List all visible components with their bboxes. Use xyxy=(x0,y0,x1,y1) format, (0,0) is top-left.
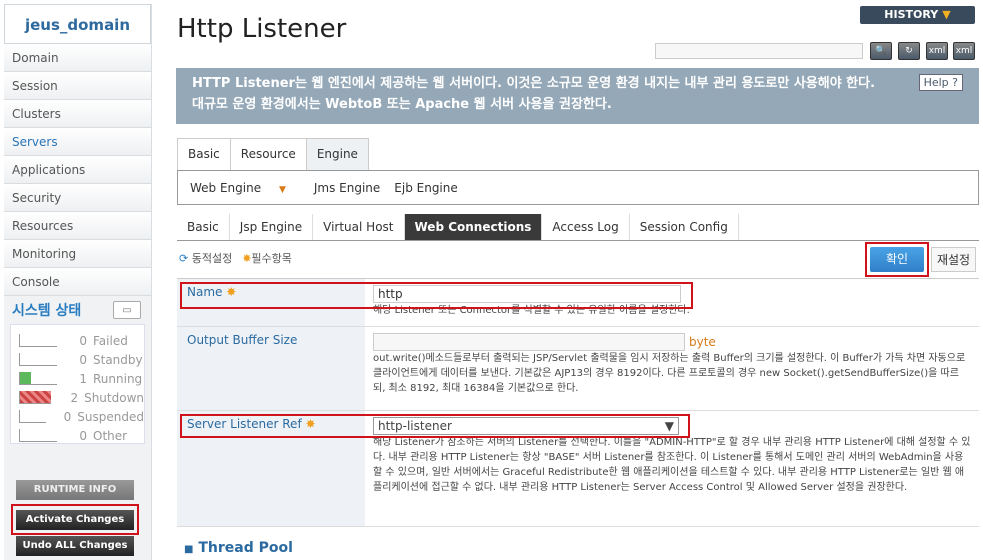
tab-web-engine-label: Web Engine xyxy=(190,180,262,195)
sidebar-item-servers[interactable]: Servers xyxy=(4,128,151,156)
settings-form: Name ✸ http 해당 Listener 또는 Connector를 식별… xyxy=(177,278,979,527)
dynamic-label: 동적설정 xyxy=(191,252,233,265)
search-input[interactable] xyxy=(655,43,863,59)
status-count: 0 xyxy=(63,409,72,424)
output-buffer-input-wrap: byte xyxy=(373,333,971,351)
byte-unit: byte xyxy=(689,334,716,349)
sidebar-item-monitoring[interactable]: Monitoring xyxy=(4,240,151,268)
caret-down-icon: ▼ xyxy=(278,184,286,195)
tab-ejb-engine[interactable]: Ejb Engine xyxy=(394,181,457,195)
sidebar-item-security[interactable]: Security xyxy=(4,184,151,212)
output-buffer-description: out.write()메소드들로부터 출력되는 JSP/Servlet 출력물을… xyxy=(373,353,966,394)
status-bar xyxy=(19,372,57,385)
sidebar-item-console[interactable]: Console xyxy=(4,268,151,296)
help-button[interactable]: Help ? xyxy=(918,74,963,91)
help-label: Help xyxy=(923,76,949,89)
dynamic-icon: ⟳ xyxy=(179,252,189,265)
undo-all-changes-button[interactable]: Undo ALL Changes xyxy=(16,536,134,556)
tab-web-engine[interactable]: Web Engine ▼ xyxy=(190,181,300,195)
tab-virtual-host[interactable]: Virtual Host xyxy=(313,214,405,240)
required-label: 필수항목 xyxy=(251,252,292,265)
xml-import-icon[interactable]: xml xyxy=(953,42,975,60)
tab-access-log[interactable]: Access Log xyxy=(542,214,630,240)
status-bar xyxy=(19,334,57,347)
history-button[interactable]: HISTORY ▼ xyxy=(860,6,975,24)
system-status-title: 시스템 상태 xyxy=(12,303,82,319)
status-label: Failed xyxy=(93,333,128,348)
highlight-name xyxy=(180,282,693,309)
system-status-header: 시스템 상태 ▭ xyxy=(4,296,151,324)
status-label: Suspended xyxy=(77,409,144,424)
status-row-failed: 0 Failed xyxy=(19,331,144,350)
status-count: 2 xyxy=(70,390,79,405)
tab-resource[interactable]: Resource xyxy=(229,138,307,170)
banner-text: HTTP Listener는 웹 엔진에서 제공하는 웹 서버이다. 이것은 소… xyxy=(192,76,876,112)
output-buffer-label: Output Buffer Size xyxy=(177,327,365,410)
sidebar-item-domain[interactable]: Domain xyxy=(4,44,151,72)
reset-button[interactable]: 재설정 xyxy=(931,247,976,272)
tab-session-config[interactable]: Session Config xyxy=(630,214,739,240)
status-count: 0 xyxy=(79,352,87,367)
status-label: Running xyxy=(93,371,143,386)
refresh-icon[interactable]: ↻ xyxy=(898,42,920,60)
thread-pool-title: Thread Pool xyxy=(198,540,293,556)
highlight-confirm xyxy=(865,242,929,277)
sidebar-item-session[interactable]: Session xyxy=(4,72,151,100)
status-label: Standby xyxy=(93,352,143,367)
section-icon: ■ xyxy=(184,544,194,555)
tab-jsp-engine[interactable]: Jsp Engine xyxy=(230,214,314,240)
question-icon: ? xyxy=(952,76,958,89)
legend-options: ⟳ 동적설정 ✸필수항목 xyxy=(179,250,292,266)
thread-pool-section[interactable]: ■ Thread Pool xyxy=(184,540,293,556)
tab-web-connections[interactable]: Web Connections xyxy=(404,214,543,240)
required-legend: ✸필수항목 xyxy=(242,250,292,266)
sidebar: jeus_domain Domain Session Clusters Serv… xyxy=(4,4,152,560)
runtime-info-button[interactable]: RUNTIME INFO xyxy=(16,480,134,500)
monitor-icon[interactable]: ▭ xyxy=(113,301,141,319)
status-row-shutdown: 2 Shutdown xyxy=(19,388,144,407)
sidebar-item-resources[interactable]: Resources xyxy=(4,212,151,240)
dynamic-setting-legend: ⟳ 동적설정 xyxy=(179,250,232,266)
xml-export-icon[interactable]: xml xyxy=(926,42,948,60)
status-bar xyxy=(19,391,51,404)
chevron-down-icon: ▼ xyxy=(942,8,951,21)
web-engine-tabs: Basic Jsp Engine Virtual Host Web Connec… xyxy=(177,214,979,241)
main-tabs: Basic Resource Engine xyxy=(177,138,369,170)
server-listener-description: 해당 Listener가 참조하는 서버의 Listener를 선택한다. 이를… xyxy=(373,437,971,493)
row-output-buffer: Output Buffer Size byte out.write()메소드들로… xyxy=(177,327,979,411)
highlight-listener xyxy=(180,414,690,438)
status-bar xyxy=(19,429,57,442)
status-label: Shutdown xyxy=(84,390,144,405)
tab-web-basic[interactable]: Basic xyxy=(177,214,230,240)
description-banner: HTTP Listener는 웹 엔진에서 제공하는 웹 서버이다. 이것은 소… xyxy=(176,68,979,124)
search-icon[interactable]: 🔍 xyxy=(870,42,892,60)
sidebar-item-applications[interactable]: Applications xyxy=(4,156,151,184)
history-label: HISTORY xyxy=(884,8,939,21)
engine-tabs: Web Engine ▼ Jms Engine Ejb Engine xyxy=(177,170,979,205)
status-label: Other xyxy=(93,428,128,443)
status-row-suspended: 0 Suspended xyxy=(19,407,144,426)
sidebar-item-clusters[interactable]: Clusters xyxy=(4,100,151,128)
status-bar xyxy=(19,353,57,366)
highlight-activate xyxy=(11,504,139,535)
status-row-running: 1 Running xyxy=(19,369,144,388)
status-count: 1 xyxy=(79,371,87,386)
status-row-other: 0 Other xyxy=(19,426,144,445)
output-buffer-value-cell: byte out.write()메소드들로부터 출력되는 JSP/Servlet… xyxy=(365,327,979,410)
system-status-panel: 0 Failed 0 Standby 1 Running 2 Shutdown 0 Sus… xyxy=(10,324,145,444)
domain-name[interactable]: jeus_domain xyxy=(4,4,151,44)
output-buffer-field[interactable] xyxy=(373,333,685,351)
tab-basic[interactable]: Basic xyxy=(177,138,231,170)
tab-jms-engine[interactable]: Jms Engine xyxy=(314,181,380,195)
status-row-standby: 0 Standby xyxy=(19,350,144,369)
status-count: 0 xyxy=(79,333,87,348)
status-bar xyxy=(19,410,46,423)
tab-engine[interactable]: Engine xyxy=(305,138,369,170)
page-title: Http Listener xyxy=(177,14,347,44)
status-count: 0 xyxy=(79,428,87,443)
